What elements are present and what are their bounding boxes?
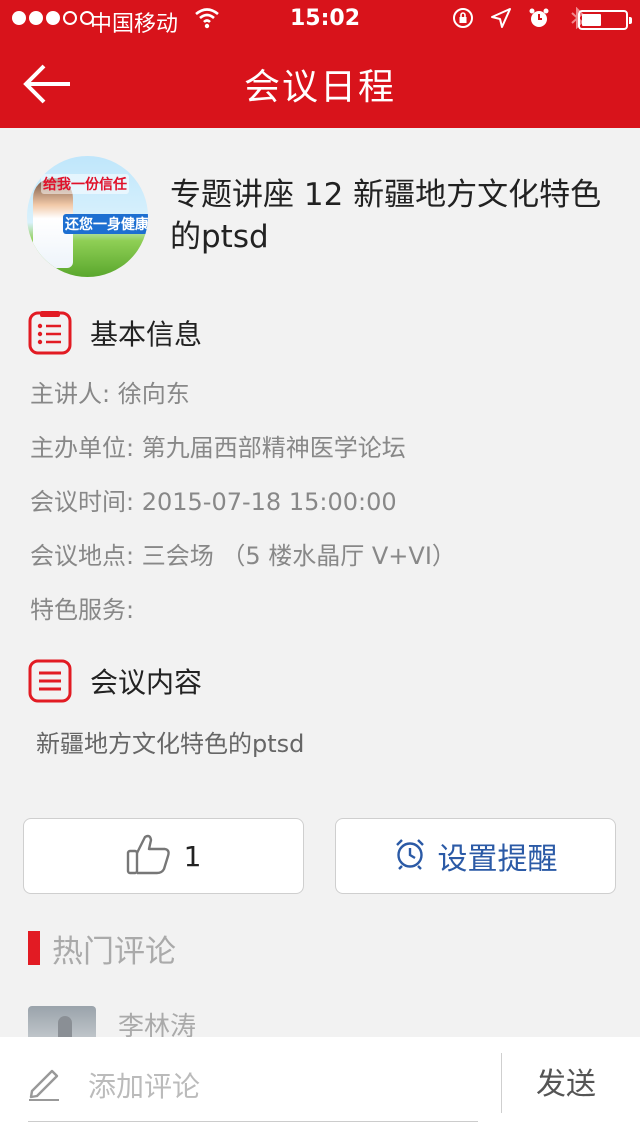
avatar-slogan-bottom: 还您一身健康 — [63, 214, 148, 234]
signal-strength-icon — [12, 11, 94, 25]
avatar-slogan-top: 给我一份信任 — [41, 174, 129, 194]
info-organizer: 主办单位: 第九届西部精神医学论坛 — [30, 434, 406, 462]
status-bar: 中国移动 15:02 — [0, 0, 640, 40]
info-time: 会议时间: 2015-07-18 15:00:00 — [30, 488, 397, 516]
send-button[interactable]: 发送 — [536, 1059, 596, 1103]
alarm-clock-icon — [394, 838, 426, 874]
info-speaker: 主讲人: 徐向东 — [30, 380, 190, 408]
status-time: 15:02 — [290, 6, 361, 31]
pencil-icon — [26, 1063, 62, 1101]
comment-input[interactable] — [88, 1061, 476, 1111]
nav-bar: 会议日程 — [0, 40, 640, 128]
signal-dot — [63, 11, 77, 25]
list-icon — [28, 311, 72, 355]
signal-dot — [46, 11, 60, 25]
carrier-name: 中国移动 — [90, 12, 179, 37]
basic-info-header: 基本信息 — [28, 311, 202, 355]
comment-composer: 发送 — [0, 1037, 640, 1136]
content-label: 会议内容 — [90, 666, 203, 699]
session-avatar: 给我一份信任 还您一身健康 — [27, 156, 148, 277]
basic-info-label: 基本信息 — [90, 318, 203, 351]
session-title: 专题讲座 12 新疆地方文化特色的ptsd — [170, 177, 602, 255]
thumbs-up-icon — [126, 833, 172, 879]
input-underline — [28, 1121, 478, 1122]
wifi-icon — [194, 6, 220, 36]
location-arrow-icon — [490, 7, 512, 29]
battery-icon — [578, 10, 632, 30]
content-header: 会议内容 — [28, 659, 202, 703]
top-bar: 中国移动 15:02 会议日程 — [0, 0, 640, 128]
like-button[interactable]: 1 — [23, 818, 304, 894]
content-text: 新疆地方文化特色的ptsd — [36, 730, 305, 758]
signal-dot — [29, 11, 43, 25]
set-reminder-button[interactable]: 设置提醒 — [335, 818, 616, 894]
alarm-icon — [528, 7, 550, 29]
set-reminder-label: 设置提醒 — [437, 842, 558, 877]
hot-comments-marker — [28, 931, 40, 965]
hot-comments-title: 热门评论 — [52, 934, 176, 970]
like-count: 1 — [183, 839, 202, 873]
composer-divider — [501, 1053, 502, 1113]
document-icon — [28, 659, 72, 703]
rotation-lock-icon — [452, 7, 474, 29]
signal-dot — [12, 11, 26, 25]
info-services: 特色服务: — [30, 596, 135, 624]
info-location: 会议地点: 三会场 （5 楼水晶厅 V+VI） — [30, 542, 456, 570]
page-title: 会议日程 — [243, 67, 396, 108]
